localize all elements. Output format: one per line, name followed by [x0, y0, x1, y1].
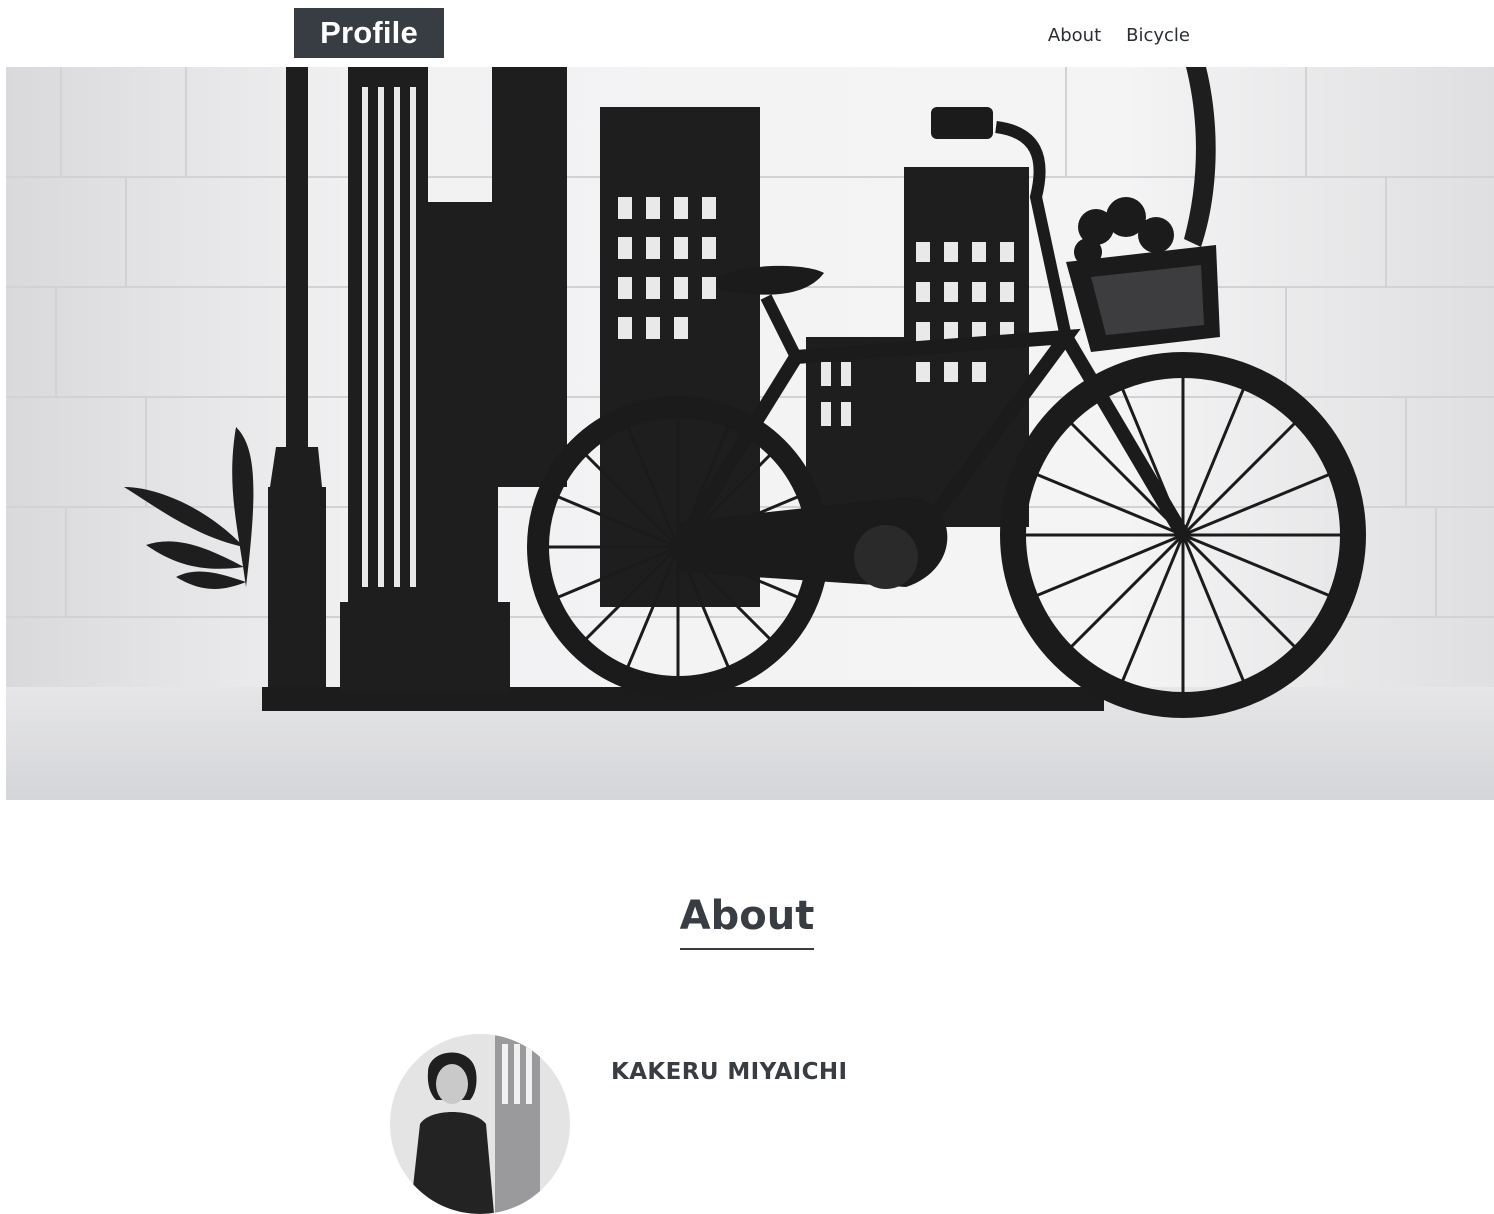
- profile-avatar: [390, 1034, 570, 1214]
- logo-link[interactable]: Profile: [294, 8, 444, 58]
- main-nav: About Bicycle: [1048, 24, 1190, 48]
- nav-link-about[interactable]: About: [1048, 24, 1101, 48]
- nav-link-bicycle[interactable]: Bicycle: [1126, 24, 1190, 48]
- hero-image: [6, 67, 1494, 800]
- site-header: Profile About Bicycle: [0, 0, 1494, 67]
- person-name: KAKERU MIYAICHI: [611, 1059, 848, 1085]
- about-section-header: About: [0, 890, 1494, 950]
- about-heading: About: [679, 890, 815, 950]
